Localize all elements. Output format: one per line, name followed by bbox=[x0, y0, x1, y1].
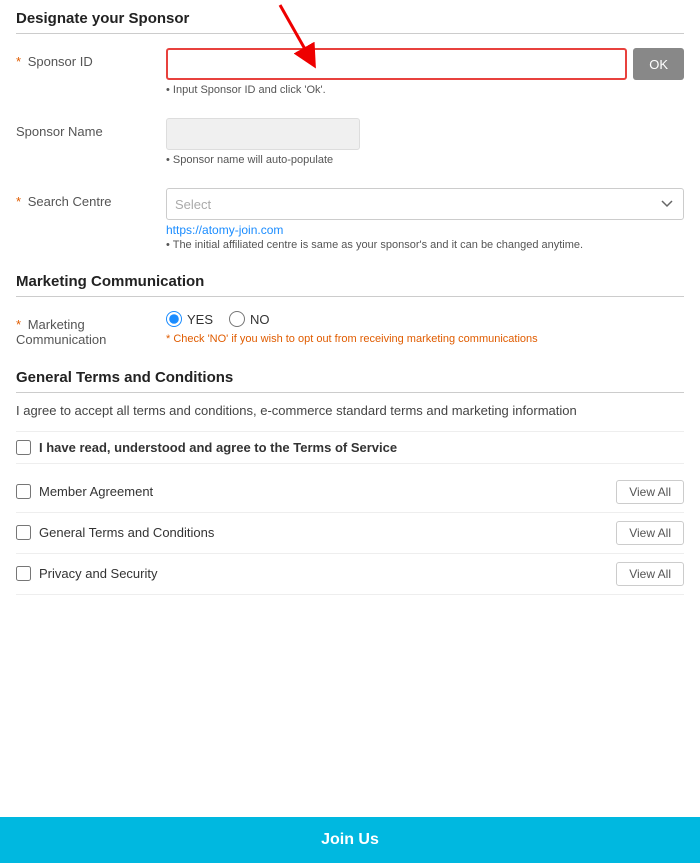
marketing-radio-row: YES NO bbox=[166, 311, 684, 327]
terms-item-row-general: General Terms and Conditions View All bbox=[16, 513, 684, 554]
join-us-bar[interactable]: Join Us bbox=[0, 817, 700, 863]
marketing-no-radio[interactable] bbox=[229, 311, 245, 327]
general-terms-view-all[interactable]: View All bbox=[616, 521, 684, 545]
marketing-yes-option[interactable]: YES bbox=[166, 311, 213, 327]
search-centre-field: Select https://atomy-join.com The initia… bbox=[166, 188, 684, 251]
sponsor-id-label: * Sponsor ID bbox=[16, 48, 166, 69]
terms-item-row-member: Member Agreement View All bbox=[16, 472, 684, 513]
marketing-warning: Check 'NO' if you wish to opt out from r… bbox=[166, 333, 684, 345]
terms-item-row-privacy: Privacy and Security View All bbox=[16, 554, 684, 595]
search-centre-hint: The initial affiliated centre is same as… bbox=[166, 239, 684, 251]
terms-section: General Terms and Conditions I agree to … bbox=[16, 369, 684, 595]
terms-item-left-general: General Terms and Conditions bbox=[16, 525, 214, 540]
terms-item-left-privacy: Privacy and Security bbox=[16, 566, 158, 581]
search-centre-label: * Search Centre bbox=[16, 188, 166, 209]
member-agreement-view-all[interactable]: View All bbox=[616, 480, 684, 504]
sponsor-section-heading: Designate your Sponsor bbox=[16, 10, 684, 34]
marketing-field: YES NO Check 'NO' if you wish to opt out… bbox=[166, 311, 684, 345]
privacy-security-view-all[interactable]: View All bbox=[616, 562, 684, 586]
sponsor-name-row: Sponsor Name Sponsor name will auto-popu… bbox=[16, 112, 684, 172]
terms-agree-row: I have read, understood and agree to the… bbox=[16, 431, 684, 464]
general-terms-label: General Terms and Conditions bbox=[39, 525, 214, 540]
terms-description: I agree to accept all terms and conditio… bbox=[16, 401, 684, 421]
marketing-required: * bbox=[16, 317, 21, 332]
terms-agree-checkbox[interactable] bbox=[16, 440, 31, 455]
sponsor-id-row: * Sponsor ID OK Input Sponsor ID and cli… bbox=[16, 42, 684, 102]
terms-section-heading: General Terms and Conditions bbox=[16, 369, 684, 393]
search-centre-required: * bbox=[16, 194, 21, 209]
marketing-no-label: NO bbox=[250, 312, 270, 327]
terms-item-left-member: Member Agreement bbox=[16, 484, 153, 499]
sponsor-id-ok-button[interactable]: OK bbox=[633, 48, 684, 80]
sponsor-id-field: OK Input Sponsor ID and click 'Ok'. bbox=[166, 48, 684, 96]
terms-agree-label: I have read, understood and agree to the… bbox=[39, 440, 397, 455]
marketing-no-option[interactable]: NO bbox=[229, 311, 270, 327]
member-agreement-label: Member Agreement bbox=[39, 484, 153, 499]
sponsor-name-hint: Sponsor name will auto-populate bbox=[166, 154, 684, 166]
privacy-security-checkbox[interactable] bbox=[16, 566, 31, 581]
marketing-yes-label: YES bbox=[187, 312, 213, 327]
marketing-yes-radio[interactable] bbox=[166, 311, 182, 327]
sponsor-name-label: Sponsor Name bbox=[16, 118, 166, 139]
watermark-link[interactable]: https://atomy-join.com bbox=[166, 223, 684, 237]
marketing-section-heading: Marketing Communication bbox=[16, 273, 684, 297]
sponsor-id-required: * bbox=[16, 54, 21, 69]
privacy-security-label: Privacy and Security bbox=[39, 566, 158, 581]
search-centre-row: * Search Centre Select https://atomy-joi… bbox=[16, 182, 684, 257]
sponsor-id-hint: Input Sponsor ID and click 'Ok'. bbox=[166, 84, 684, 96]
member-agreement-checkbox[interactable] bbox=[16, 484, 31, 499]
join-us-text: Join Us bbox=[321, 831, 379, 848]
sponsor-name-field: Sponsor name will auto-populate bbox=[166, 118, 684, 166]
sponsor-section: Designate your Sponsor * Sponsor ID OK I… bbox=[16, 10, 684, 257]
marketing-section: Marketing Communication * Marketing Comm… bbox=[16, 273, 684, 353]
search-centre-select[interactable]: Select bbox=[166, 188, 684, 220]
sponsor-name-input bbox=[166, 118, 360, 150]
sponsor-id-input[interactable] bbox=[166, 48, 627, 80]
general-terms-checkbox[interactable] bbox=[16, 525, 31, 540]
marketing-row: * Marketing Communication YES NO Check '… bbox=[16, 305, 684, 353]
marketing-label: * Marketing Communication bbox=[16, 311, 166, 347]
